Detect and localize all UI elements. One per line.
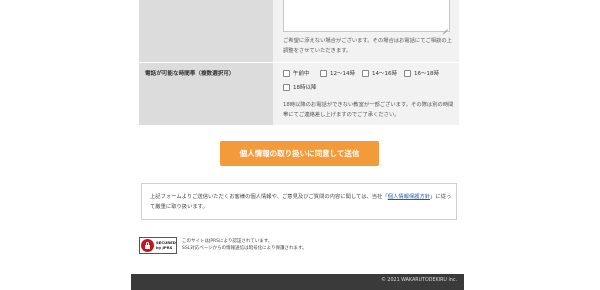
ssl-description: このサイトはJPRSにより認証されています。 SSL対応ページからの情報送信は暗…: [182, 238, 307, 252]
footer: © 2021 WAKARUTODEKIRU inc.: [131, 274, 464, 290]
time-option-label: 16～18時: [414, 71, 439, 77]
seal-label: SECURED by JPRS: [156, 240, 176, 250]
time-option-label: 午前中: [293, 71, 310, 77]
checkbox-icon[interactable]: [320, 69, 327, 77]
checkbox-icon[interactable]: [404, 69, 411, 77]
lock-icon: [141, 239, 154, 252]
time-option-morning[interactable]: 午前中: [283, 69, 310, 77]
time-option-label: 18時以降: [293, 85, 317, 91]
time-option-14-16[interactable]: 14～16時: [362, 69, 397, 77]
seal-line2: by JPRS: [156, 244, 173, 250]
time-option-16-18[interactable]: 16～18時: [404, 69, 439, 77]
time-option-12-14[interactable]: 12～14時: [320, 69, 355, 77]
copyright: © 2021 WAKARUTODEKIRU inc.: [381, 278, 457, 283]
jprs-ssl-seal[interactable]: SECURED by JPRS: [139, 237, 177, 254]
time-note: 18時以降のお電話ができない教室が一部ございます。その際は別の時間帯にてご連絡差…: [283, 102, 454, 118]
time-field-label: 電話が可能な時間帯（複数選択可）: [145, 71, 235, 77]
time-option-label: 14～16時: [372, 71, 397, 77]
remarks-textarea[interactable]: [283, 0, 450, 32]
privacy-policy-link[interactable]: 個人情報保護方針: [388, 194, 430, 200]
time-option-after-18[interactable]: 18時以降: [283, 83, 317, 91]
checkbox-icon[interactable]: [283, 83, 290, 91]
remarks-note: ご希望に添えない場合がございます。その場合はお電話にてご相談の上調整をさせていた…: [283, 38, 452, 54]
form-row-divider: [139, 62, 459, 63]
privacy-notice: 上記フォームよりご送信いただくお客様の個人情報や、ご意見及びご質問の内容に関して…: [141, 183, 457, 220]
time-option-label: 12～14時: [330, 71, 355, 77]
privacy-text-before: 上記フォームよりご送信いただくお客様の個人情報や、ご意見及びご質問の内容に関して…: [150, 194, 388, 200]
ssl-description-line2: SSL対応ページからの情報送信は暗号化により保護されます。: [182, 246, 307, 251]
privacy-text: 上記フォームよりご送信いただくお客様の個人情報や、ご意見及びご質問の内容に関して…: [150, 192, 452, 212]
checkbox-icon[interactable]: [362, 69, 369, 77]
resize-handle-icon[interactable]: [442, 24, 448, 30]
ssl-description-line1: このサイトはJPRSにより認証されています。: [182, 239, 273, 244]
submit-button[interactable]: 個人情報の取り扱いに同意して送信: [220, 141, 379, 166]
checkbox-icon[interactable]: [283, 69, 290, 77]
